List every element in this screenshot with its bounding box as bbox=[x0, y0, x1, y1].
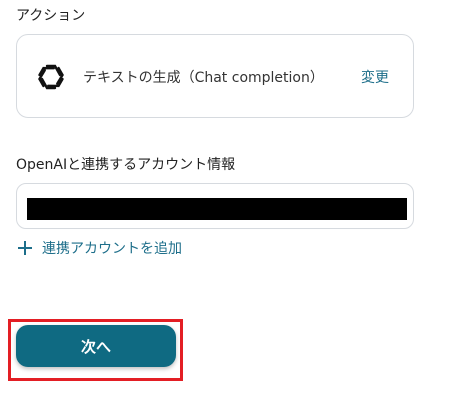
next-button[interactable]: 次へ bbox=[16, 325, 176, 367]
plus-icon bbox=[18, 241, 32, 255]
add-account-link[interactable]: 連携アカウントを追加 bbox=[18, 238, 182, 258]
add-account-label: 連携アカウントを追加 bbox=[42, 241, 182, 257]
change-action-link[interactable]: 変更 bbox=[361, 67, 389, 87]
redacted-account-value bbox=[27, 198, 407, 220]
account-select-field[interactable] bbox=[16, 183, 414, 229]
action-section-label: アクション bbox=[16, 8, 86, 24]
action-card: テキストの生成（Chat completion） 変更 bbox=[16, 34, 414, 118]
openai-logo-icon bbox=[35, 61, 67, 93]
account-section-label: OpenAIと連携するアカウント情報 bbox=[16, 157, 236, 173]
action-name: テキストの生成（Chat completion） bbox=[83, 70, 324, 86]
